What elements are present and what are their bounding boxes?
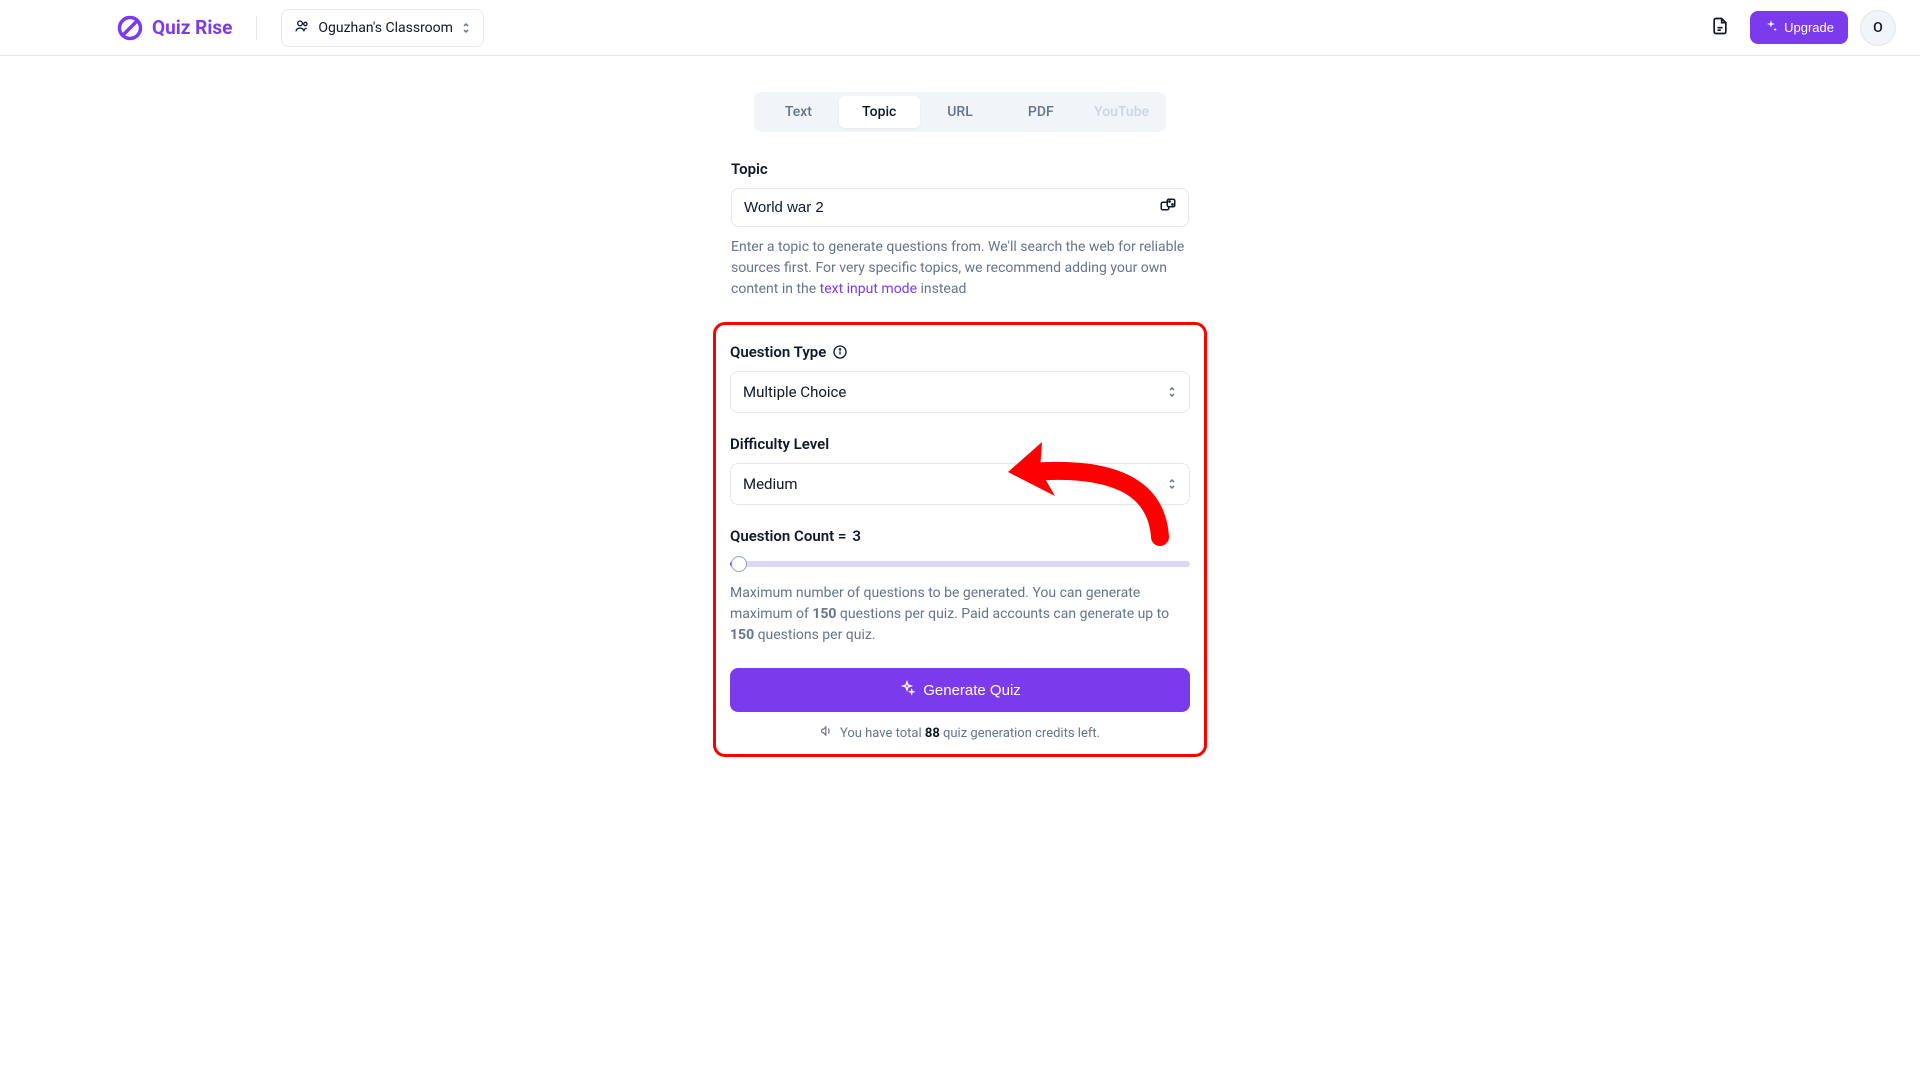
generate-quiz-button[interactable]: Generate Quiz bbox=[730, 668, 1190, 712]
difficulty-value: Medium bbox=[743, 475, 798, 493]
sparkle-icon bbox=[899, 680, 915, 700]
app-logo[interactable]: Quiz Rise bbox=[116, 14, 232, 42]
chevron-sort-icon bbox=[1167, 386, 1177, 398]
tab-youtube[interactable]: YouTube bbox=[1081, 96, 1162, 128]
tab-pdf[interactable]: PDF bbox=[1000, 96, 1081, 128]
source-tabs: Text Topic URL PDF YouTube bbox=[754, 92, 1166, 132]
tab-topic[interactable]: Topic bbox=[839, 96, 920, 128]
logo-text: Quiz Rise bbox=[152, 16, 232, 39]
document-icon bbox=[1710, 16, 1730, 40]
classroom-label: Oguzhan's Classroom bbox=[318, 20, 453, 36]
question-count-label: Question Count = 3 bbox=[730, 527, 1190, 545]
avatar[interactable]: O bbox=[1860, 10, 1896, 46]
app-header: Quiz Rise Oguzhan's Classroom bbox=[0, 0, 1920, 56]
question-type-select[interactable]: Multiple Choice bbox=[730, 371, 1190, 413]
tab-url[interactable]: URL bbox=[920, 96, 1001, 128]
slider-track bbox=[730, 561, 1190, 567]
topic-input[interactable] bbox=[731, 188, 1189, 227]
generate-label: Generate Quiz bbox=[923, 682, 1021, 699]
difficulty-label: Difficulty Level bbox=[730, 435, 1190, 453]
header-right: Upgrade O bbox=[1702, 10, 1896, 46]
users-icon bbox=[294, 18, 310, 38]
slider-thumb[interactable] bbox=[731, 556, 747, 572]
annotation-highlight: Question Type Multiple Choice Difficulty… bbox=[713, 322, 1207, 757]
question-type-value: Multiple Choice bbox=[743, 383, 846, 401]
classroom-selector[interactable]: Oguzhan's Classroom bbox=[281, 9, 484, 47]
chevron-sort-icon bbox=[1167, 478, 1177, 490]
topic-hint: Enter a topic to generate questions from… bbox=[731, 237, 1189, 300]
text-input-mode-link[interactable]: text input mode bbox=[820, 281, 917, 297]
credits-line: You have total 88 quiz generation credit… bbox=[730, 724, 1190, 742]
question-type-section: Question Type Multiple Choice bbox=[730, 343, 1190, 413]
question-count-section: Question Count = 3 Maximum number of que… bbox=[730, 527, 1190, 646]
random-icon[interactable] bbox=[1159, 197, 1177, 219]
logo-icon bbox=[116, 14, 144, 42]
question-type-label: Question Type bbox=[730, 343, 1190, 361]
megaphone-icon bbox=[820, 724, 834, 742]
avatar-initial: O bbox=[1873, 20, 1883, 36]
question-count-hint: Maximum number of questions to be genera… bbox=[730, 583, 1190, 646]
header-divider bbox=[256, 16, 257, 40]
topic-section: Topic Enter a topic to generate question… bbox=[731, 160, 1189, 300]
difficulty-select[interactable]: Medium bbox=[730, 463, 1190, 505]
header-left: Quiz Rise Oguzhan's Classroom bbox=[24, 9, 484, 47]
topic-input-wrap bbox=[731, 188, 1189, 227]
tab-text[interactable]: Text bbox=[758, 96, 839, 128]
question-count-slider[interactable] bbox=[730, 555, 1190, 573]
chevron-sort-icon bbox=[461, 22, 471, 34]
upgrade-label: Upgrade bbox=[1784, 20, 1834, 35]
main-content: Text Topic URL PDF YouTube Topic Enter a… bbox=[731, 56, 1189, 757]
upgrade-button[interactable]: Upgrade bbox=[1750, 11, 1848, 44]
info-icon[interactable] bbox=[832, 344, 848, 360]
topic-label: Topic bbox=[731, 160, 1189, 178]
difficulty-section: Difficulty Level Medium bbox=[730, 435, 1190, 505]
document-icon-button[interactable] bbox=[1702, 10, 1738, 46]
sparkle-icon bbox=[1764, 19, 1778, 36]
